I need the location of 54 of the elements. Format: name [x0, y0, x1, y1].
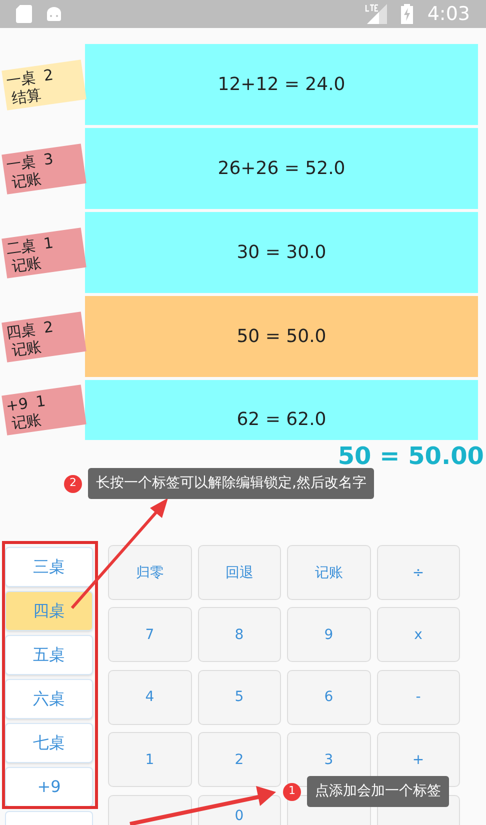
- keypad-key[interactable]: 1: [108, 732, 192, 788]
- keypad-key[interactable]: 6: [287, 670, 370, 725]
- record-tag[interactable]: 四桌 2 记账: [2, 311, 86, 362]
- table-count: 1: [34, 392, 47, 411]
- sd-card-icon: [16, 5, 32, 23]
- keypad-key[interactable]: 8: [198, 607, 281, 662]
- record-expression: 30 = 30.0: [236, 241, 326, 265]
- keypad-key[interactable]: 7: [108, 607, 192, 662]
- table-count: 2: [42, 65, 54, 84]
- keypad-key[interactable]: 9: [287, 607, 370, 662]
- record-row[interactable]: 30 = 30.0: [85, 212, 478, 293]
- record-expression: 50 = 50.0: [236, 325, 326, 349]
- table-tab[interactable]: 四桌: [5, 591, 93, 631]
- keypad-key[interactable]: ÷: [376, 545, 460, 600]
- record-row[interactable]: 26+26 = 52.0: [85, 128, 478, 209]
- table-count: 1: [42, 233, 54, 252]
- step-number-badge: 1: [283, 782, 301, 800]
- step-number-badge: 2: [64, 474, 82, 492]
- table-count: 3: [42, 149, 54, 168]
- table-tab[interactable]: 六桌: [5, 679, 93, 719]
- record-row[interactable]: 50 = 50.0: [85, 296, 478, 377]
- record-row[interactable]: 12+12 = 24.0: [85, 44, 478, 125]
- table-count: 2: [42, 317, 54, 336]
- record-action: 记账: [9, 169, 44, 192]
- table-tab[interactable]: +9: [5, 767, 93, 807]
- keypad-key[interactable]: 归零: [108, 545, 192, 600]
- record-expression: 26+26 = 52.0: [218, 157, 346, 181]
- record-expression: 12+12 = 24.0: [218, 73, 346, 97]
- keypad-key[interactable]: 4: [108, 670, 192, 725]
- record-expression: 62 = 62.0: [236, 408, 326, 432]
- android-icon: [46, 6, 62, 22]
- table-tab[interactable]: 五桌: [5, 635, 93, 675]
- record-tag[interactable]: 二桌 1 记账: [2, 227, 86, 278]
- result-display: 50 = 50.00: [338, 441, 484, 471]
- hint-tooltip: 点添加会加一个标签: [307, 776, 449, 807]
- record-tag[interactable]: 一桌 2 结算: [2, 59, 86, 110]
- record-action: 记账: [10, 337, 44, 360]
- keypad-key[interactable]: 记账: [287, 545, 370, 600]
- record-tag[interactable]: +9 1 记账: [2, 384, 86, 436]
- clock-time: 4:03: [427, 2, 470, 27]
- hint-tooltip: 长按一个标签可以解除编辑锁定,然后改名字: [88, 468, 374, 499]
- record-action: 记账: [10, 253, 44, 276]
- keypad-key[interactable]: 回退: [198, 545, 281, 600]
- keypad-key[interactable]: 2: [198, 732, 281, 788]
- record-row[interactable]: 62 = 62.0: [85, 380, 478, 440]
- keypad-key[interactable]: -: [376, 670, 460, 725]
- table-tab[interactable]: 三桌: [5, 547, 93, 587]
- table-tab[interactable]: 七桌: [5, 723, 93, 763]
- battery-charging-icon: [401, 4, 414, 24]
- record-action: 结算: [9, 85, 44, 108]
- lte-signal-icon: [365, 4, 388, 24]
- record-tag[interactable]: 一桌 3 记账: [2, 143, 86, 194]
- keypad-key[interactable]: 5: [198, 670, 281, 725]
- keypad-key[interactable]: x: [376, 607, 460, 662]
